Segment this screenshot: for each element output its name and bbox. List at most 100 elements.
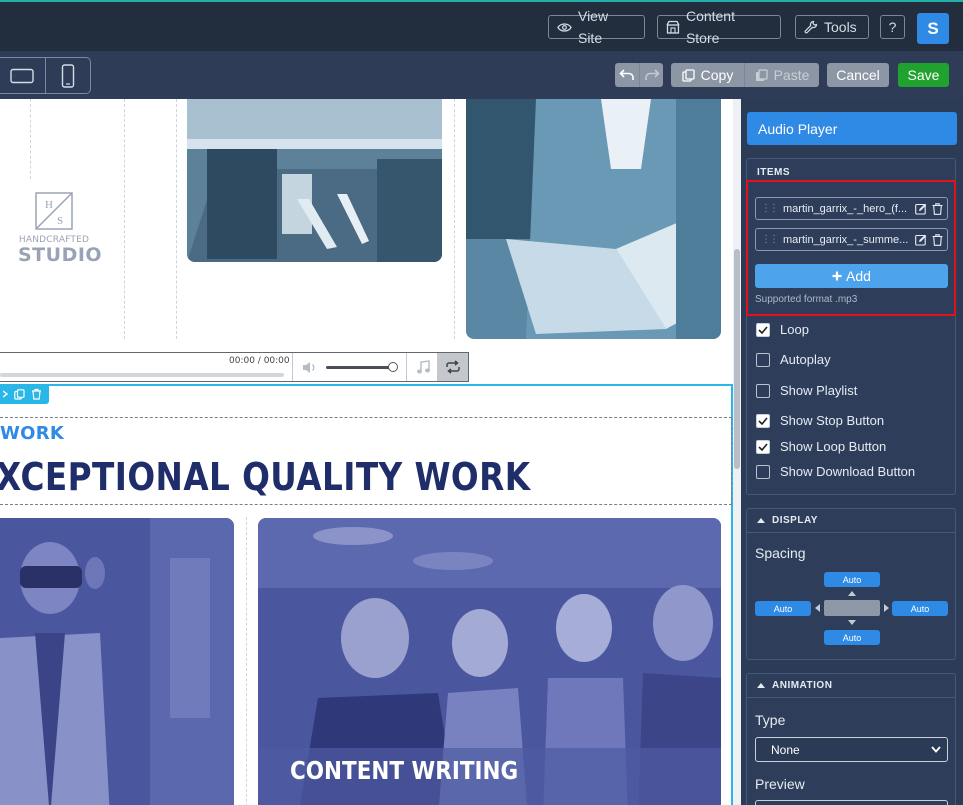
drag-handle-icon[interactable]: ⋮⋮ xyxy=(761,203,779,214)
animation-section: ANIMATION Type None Preview xyxy=(746,673,956,805)
option-autoplay[interactable]: Autoplay xyxy=(756,352,831,367)
content-store-button[interactable]: Content Store xyxy=(657,8,781,46)
eye-icon xyxy=(557,22,572,32)
animation-type-select[interactable]: None xyxy=(755,737,948,762)
option-show-stop-button[interactable]: Show Stop Button xyxy=(756,413,884,428)
option-show-loop-button[interactable]: Show Loop Button xyxy=(756,439,886,454)
spacing-top[interactable]: Auto xyxy=(824,572,880,587)
preview-label: Preview xyxy=(755,776,805,792)
spacing-bottom[interactable]: Auto xyxy=(824,630,880,645)
delete-icon[interactable] xyxy=(31,388,42,400)
player-time: 00:00 / 00:00 xyxy=(229,356,290,366)
content-store-label: Content Store xyxy=(685,8,735,46)
audio-player[interactable]: 00:00 / 00:00 xyxy=(0,352,469,382)
redo-button[interactable] xyxy=(639,63,663,87)
music-note-icon xyxy=(416,359,430,373)
checkbox-checked-icon[interactable] xyxy=(756,439,770,454)
move-icon[interactable] xyxy=(3,389,8,399)
animation-header[interactable]: ANIMATION xyxy=(747,674,955,698)
help-label: ? xyxy=(888,19,897,35)
undo-icon xyxy=(619,69,634,80)
checkbox-empty-icon[interactable] xyxy=(756,464,770,479)
spacing-right[interactable]: Auto xyxy=(892,601,948,616)
playlist-toggle[interactable] xyxy=(406,353,438,381)
device-mobile[interactable] xyxy=(46,58,91,93)
spacing-left[interactable]: Auto xyxy=(755,601,811,616)
view-site-button[interactable]: View Site xyxy=(548,8,645,46)
spacing-top-value: Auto xyxy=(842,574,862,585)
spacing-right-value: Auto xyxy=(910,603,930,614)
laptop-photo-image xyxy=(466,99,721,339)
volume-icon[interactable] xyxy=(302,361,318,374)
checkbox-checked-icon[interactable] xyxy=(756,413,770,428)
edit-icon[interactable] xyxy=(915,203,927,215)
section-action-bar xyxy=(0,384,49,404)
guide-line xyxy=(454,99,455,339)
caret-up-icon xyxy=(757,683,765,688)
card-caption: CONTENT WRITING xyxy=(290,756,519,785)
checkbox-empty-icon[interactable] xyxy=(756,383,770,398)
drag-handle-icon[interactable]: ⋮⋮ xyxy=(761,234,779,245)
playlist-item[interactable]: ⋮⋮ martin_garrix_-_summe... xyxy=(755,228,948,251)
caret-up-icon xyxy=(757,518,765,523)
tools-button[interactable]: Tools xyxy=(795,15,869,39)
volume-knob[interactable] xyxy=(388,362,398,372)
trash-icon[interactable] xyxy=(932,233,943,246)
trash-icon[interactable] xyxy=(932,202,943,215)
copy-button[interactable]: Copy xyxy=(671,63,744,87)
save-button[interactable]: Save xyxy=(898,63,949,87)
wrench-icon xyxy=(804,20,818,34)
loop-button[interactable] xyxy=(437,353,468,381)
avatar-initial: S xyxy=(927,18,939,38)
plus-icon xyxy=(832,271,842,281)
help-button[interactable]: ? xyxy=(880,15,905,39)
canvas-scrollbar[interactable] xyxy=(733,99,741,805)
supported-format-note: Supported format .mp3 xyxy=(755,294,858,305)
option-label: Show Download Button xyxy=(780,464,916,479)
display-title: DISPLAY xyxy=(772,515,818,526)
vr-photo-image xyxy=(0,518,234,805)
copy-label: Copy xyxy=(700,67,734,83)
handcrafted-studio-logo: H S HANDCRAFTED STUDIO xyxy=(18,191,102,265)
option-label: Autoplay xyxy=(780,352,831,367)
paste-label: Paste xyxy=(773,67,810,83)
cancel-label: Cancel xyxy=(836,67,880,83)
office-photo xyxy=(187,99,442,262)
playlist-item-label: martin_garrix_-_hero_(f... xyxy=(783,202,908,215)
progress-track[interactable] xyxy=(0,373,284,377)
option-label: Show Playlist xyxy=(780,383,858,398)
add-item-button[interactable]: Add xyxy=(755,264,948,288)
option-show-download-button[interactable]: Show Download Button xyxy=(756,464,915,479)
save-label: Save xyxy=(907,67,940,83)
checkbox-checked-icon[interactable] xyxy=(756,322,770,337)
monogram-top: H xyxy=(45,199,53,211)
team-photo: CONTENT WRITING xyxy=(258,518,721,805)
scrollbar-thumb[interactable] xyxy=(734,249,740,469)
user-avatar[interactable]: S xyxy=(917,13,949,44)
paste-button[interactable]: Paste xyxy=(744,63,819,87)
option-show-playlist[interactable]: Show Playlist xyxy=(756,383,857,398)
edit-icon[interactable] xyxy=(915,234,927,246)
volume-slider[interactable] xyxy=(326,366,396,369)
office-photo-image xyxy=(187,99,442,262)
view-site-label: View Site xyxy=(577,8,609,46)
page-canvas: H S HANDCRAFTED STUDIO 00:00 / 00:00 WOR… xyxy=(0,99,733,805)
device-tablet-landscape[interactable] xyxy=(0,58,46,93)
paste-icon xyxy=(755,68,768,81)
add-label: Add xyxy=(846,268,871,284)
display-header[interactable]: DISPLAY xyxy=(747,509,955,533)
device-switcher xyxy=(0,57,91,94)
items-title: ITEMS xyxy=(757,167,791,178)
section-heading: XCEPTIONAL QUALITY WORK xyxy=(0,455,531,499)
checkbox-empty-icon[interactable] xyxy=(756,352,770,367)
monogram-bottom: S xyxy=(57,215,63,227)
guide-line xyxy=(124,99,125,339)
undo-button[interactable] xyxy=(615,63,639,87)
cancel-button[interactable]: Cancel xyxy=(827,63,889,87)
type-label: Type xyxy=(755,712,786,728)
guide-line xyxy=(176,99,177,339)
duplicate-icon[interactable] xyxy=(14,388,25,400)
playlist-item[interactable]: ⋮⋮ martin_garrix_-_hero_(f... xyxy=(755,197,948,220)
panel-header: Audio Player xyxy=(747,112,957,145)
option-loop[interactable]: Loop xyxy=(756,322,809,337)
